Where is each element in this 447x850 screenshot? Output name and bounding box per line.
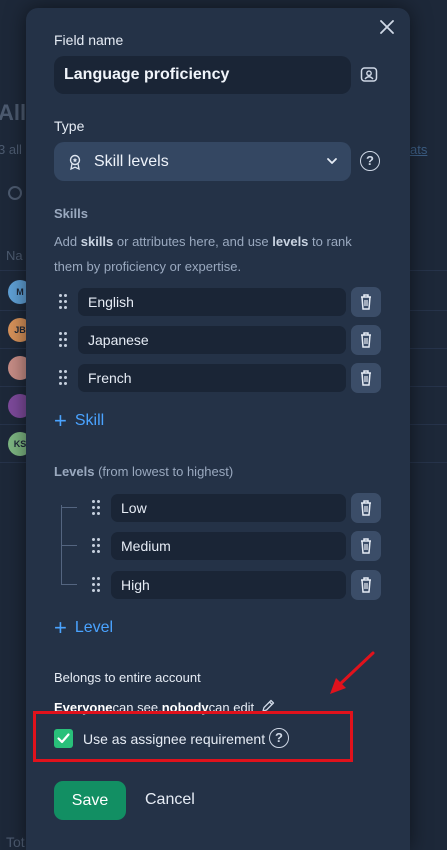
bg-column-header: Na [6, 248, 23, 263]
bg-search-icon [8, 186, 22, 200]
bg-link: ats [410, 142, 428, 157]
level-input[interactable]: High [111, 571, 346, 599]
delete-level-button[interactable] [351, 531, 381, 561]
type-select[interactable]: Skill levels [54, 142, 351, 181]
drag-handle-icon[interactable] [92, 500, 102, 516]
field-name-label: Field name [54, 32, 124, 48]
trash-icon [361, 577, 371, 593]
skills-help-text: Add skills or attributes here, and use l… [54, 234, 352, 274]
skill-input[interactable]: English [78, 288, 346, 316]
assignee-requirement-checkbox[interactable] [54, 729, 73, 748]
delete-level-button[interactable] [351, 570, 381, 600]
annotation-arrow [330, 651, 375, 694]
trash-icon [361, 538, 371, 554]
trash-icon [361, 500, 371, 516]
field-name-input[interactable]: Language proficiency [54, 56, 351, 94]
save-button[interactable]: Save [54, 781, 126, 820]
drag-handle-icon[interactable] [59, 332, 69, 348]
trash-icon [361, 294, 371, 310]
plus-icon: + [54, 615, 67, 640]
trash-icon [361, 370, 371, 386]
level-tree-branch [61, 507, 77, 508]
delete-skill-button[interactable] [351, 363, 381, 393]
add-level-button[interactable]: + Level [54, 617, 113, 639]
close-icon[interactable] [376, 16, 398, 38]
level-tree-branch [61, 584, 77, 585]
trash-icon [361, 332, 371, 348]
type-select-value: Skill levels [94, 152, 169, 170]
chevron-down-icon [325, 154, 339, 168]
bg-footer: Tot [6, 834, 25, 850]
level-tree-branch [61, 545, 77, 546]
drag-handle-icon[interactable] [59, 294, 69, 310]
check-icon [57, 733, 70, 744]
bg-subtitle: 3 all [0, 142, 22, 157]
level-input[interactable]: Low [111, 494, 346, 522]
type-help-icon[interactable]: ? [360, 151, 380, 171]
bg-page-title: All [0, 100, 27, 125]
delete-skill-button[interactable] [351, 325, 381, 355]
drag-handle-icon[interactable] [59, 370, 69, 386]
type-label: Type [54, 118, 85, 134]
ownership-text: Belongs to entire account [54, 670, 201, 685]
assignee-help-icon[interactable]: ? [269, 728, 289, 748]
badge-icon [66, 153, 84, 171]
plus-icon: + [54, 408, 67, 433]
delete-skill-button[interactable] [351, 287, 381, 317]
skill-input[interactable]: French [78, 364, 346, 392]
add-skill-button[interactable]: + Skill [54, 410, 104, 432]
delete-level-button[interactable] [351, 493, 381, 523]
skills-label: Skills [54, 206, 88, 221]
cancel-button[interactable]: Cancel [145, 791, 195, 809]
skill-input[interactable]: Japanese [78, 326, 346, 354]
person-card-icon[interactable] [359, 65, 379, 85]
levels-label: Levels (from lowest to highest) [54, 464, 234, 479]
drag-handle-icon[interactable] [92, 538, 102, 554]
assignee-requirement-label: Use as assignee requirement [83, 731, 266, 747]
level-input[interactable]: Medium [111, 532, 346, 560]
drag-handle-icon[interactable] [92, 577, 102, 593]
